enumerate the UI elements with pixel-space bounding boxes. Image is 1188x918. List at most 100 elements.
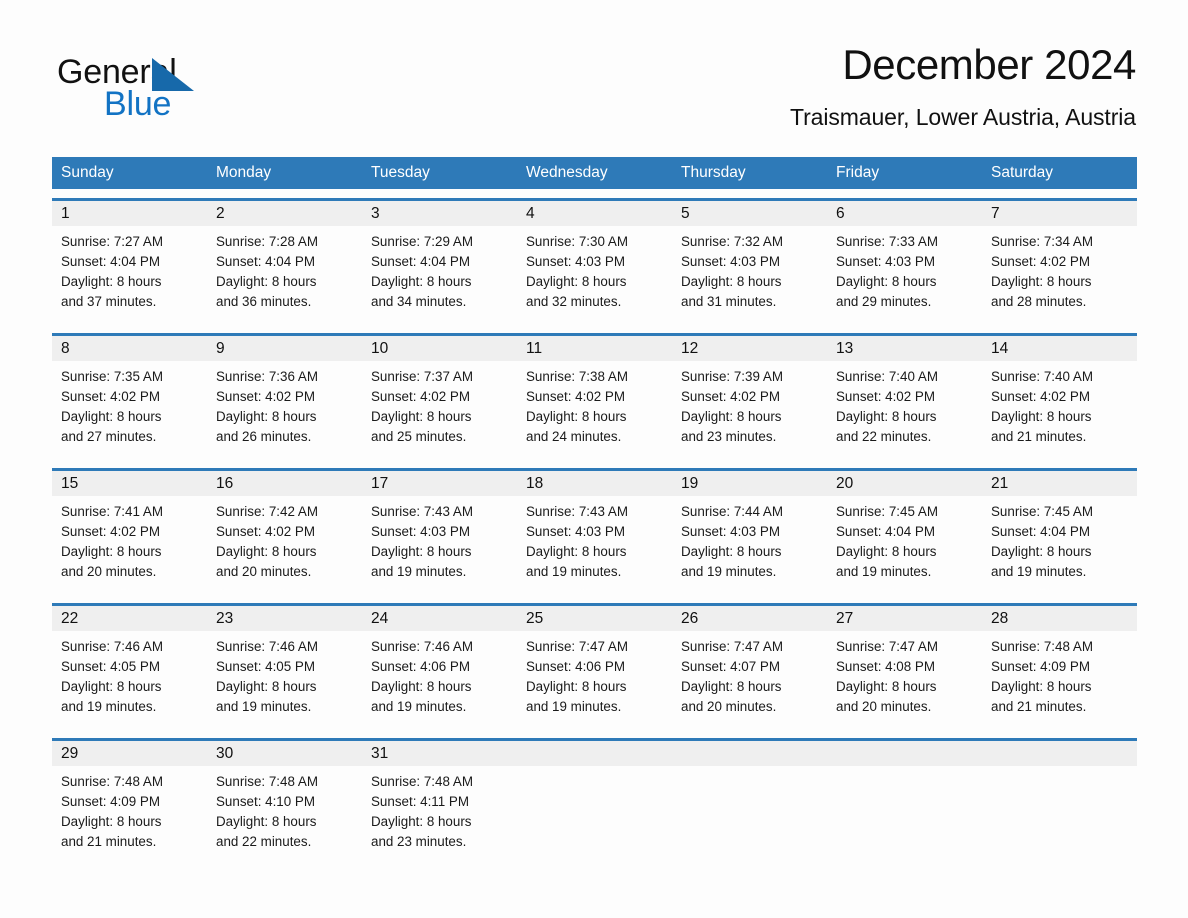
day-number[interactable]: 18 [517, 471, 672, 496]
daylight-text-line1: Daylight: 8 hours [836, 544, 937, 559]
daylight-text-line1: Daylight: 8 hours [371, 679, 472, 694]
weekday-header-saturday: Saturday [991, 164, 1054, 181]
day-number-empty [982, 741, 1137, 766]
day-number[interactable]: 24 [362, 606, 517, 631]
day-number[interactable]: 19 [672, 471, 827, 496]
daylight-text-line2: and 20 minutes. [836, 699, 932, 714]
week-daynum-band: 1 2 3 4 5 6 7 [52, 201, 1137, 226]
day-cell: Sunrise: 7:35 AM Sunset: 4:02 PM Dayligh… [52, 361, 207, 459]
daylight-text-line2: and 23 minutes. [371, 834, 467, 849]
day-cell: Sunrise: 7:48 AM Sunset: 4:09 PM Dayligh… [982, 631, 1137, 729]
day-cell: Sunrise: 7:30 AM Sunset: 4:03 PM Dayligh… [517, 226, 672, 324]
sunset-text: Sunset: 4:02 PM [61, 524, 160, 539]
day-number[interactable]: 27 [827, 606, 982, 631]
day-number[interactable]: 8 [52, 336, 207, 361]
day-number[interactable]: 7 [982, 201, 1137, 226]
day-number[interactable]: 10 [362, 336, 517, 361]
day-cell: Sunrise: 7:40 AM Sunset: 4:02 PM Dayligh… [982, 361, 1137, 459]
sunset-text: Sunset: 4:02 PM [216, 524, 315, 539]
page-subtitle-location: Traismauer, Lower Austria, Austria [789, 104, 1136, 130]
week-daynum-band: 22 23 24 25 26 27 28 [52, 606, 1137, 631]
daylight-text-line1: Daylight: 8 hours [371, 274, 472, 289]
week-detail-row: Sunrise: 7:35 AM Sunset: 4:02 PM Dayligh… [52, 361, 1137, 459]
day-number[interactable]: 25 [517, 606, 672, 631]
daylight-text-line2: and 36 minutes. [216, 294, 312, 309]
sunset-text: Sunset: 4:03 PM [371, 524, 470, 539]
sunset-text: Sunset: 4:02 PM [526, 389, 625, 404]
daylight-text-line1: Daylight: 8 hours [216, 679, 317, 694]
day-number-empty [827, 741, 982, 766]
day-number[interactable]: 20 [827, 471, 982, 496]
daylight-text-line2: and 26 minutes. [216, 429, 312, 444]
daylight-text-line1: Daylight: 8 hours [61, 544, 162, 559]
daylight-text-line2: and 22 minutes. [836, 429, 932, 444]
daylight-text-line1: Daylight: 8 hours [61, 409, 162, 424]
day-number[interactable]: 14 [982, 336, 1137, 361]
day-number[interactable]: 26 [672, 606, 827, 631]
day-number[interactable]: 21 [982, 471, 1137, 496]
day-number[interactable]: 28 [982, 606, 1137, 631]
day-number[interactable]: 13 [827, 336, 982, 361]
daylight-text-line2: and 32 minutes. [526, 294, 622, 309]
day-number[interactable]: 22 [52, 606, 207, 631]
weekday-header-monday: Monday [216, 164, 272, 181]
day-number[interactable]: 9 [207, 336, 362, 361]
day-number[interactable]: 4 [517, 201, 672, 226]
day-number[interactable]: 2 [207, 201, 362, 226]
daylight-text-line2: and 19 minutes. [526, 564, 622, 579]
day-cell: Sunrise: 7:40 AM Sunset: 4:02 PM Dayligh… [827, 361, 982, 459]
sunrise-text: Sunrise: 7:37 AM [371, 369, 473, 384]
sunset-text: Sunset: 4:03 PM [681, 524, 780, 539]
day-cell: Sunrise: 7:29 AM Sunset: 4:04 PM Dayligh… [362, 226, 517, 324]
day-cell: Sunrise: 7:28 AM Sunset: 4:04 PM Dayligh… [207, 226, 362, 324]
day-number[interactable]: 3 [362, 201, 517, 226]
weekday-header-wednesday: Wednesday [526, 164, 608, 181]
page-title: December 2024 [842, 41, 1136, 88]
daylight-text-line1: Daylight: 8 hours [681, 544, 782, 559]
calendar-page: General Blue December 2024 Traismauer, L… [0, 0, 1188, 918]
day-number[interactable]: 11 [517, 336, 672, 361]
sunset-text: Sunset: 4:04 PM [61, 254, 160, 269]
day-cell: Sunrise: 7:42 AM Sunset: 4:02 PM Dayligh… [207, 496, 362, 594]
day-cell: Sunrise: 7:47 AM Sunset: 4:08 PM Dayligh… [827, 631, 982, 729]
daylight-text-line1: Daylight: 8 hours [371, 814, 472, 829]
sunset-text: Sunset: 4:05 PM [216, 659, 315, 674]
daylight-text-line2: and 27 minutes. [61, 429, 157, 444]
daylight-text-line1: Daylight: 8 hours [991, 409, 1092, 424]
daylight-text-line2: and 29 minutes. [836, 294, 932, 309]
general-blue-logo[interactable]: General Blue [57, 52, 257, 124]
sunrise-text: Sunrise: 7:40 AM [836, 369, 938, 384]
day-number[interactable]: 12 [672, 336, 827, 361]
day-number[interactable]: 23 [207, 606, 362, 631]
day-cell-empty [827, 766, 982, 864]
day-number[interactable]: 5 [672, 201, 827, 226]
weekday-header-friday: Friday [836, 164, 880, 181]
daylight-text-line2: and 19 minutes. [836, 564, 932, 579]
day-number[interactable]: 15 [52, 471, 207, 496]
day-number[interactable]: 31 [362, 741, 517, 766]
sunrise-text: Sunrise: 7:46 AM [371, 639, 473, 654]
day-number[interactable]: 1 [52, 201, 207, 226]
sunrise-text: Sunrise: 7:42 AM [216, 504, 318, 519]
day-number[interactable]: 30 [207, 741, 362, 766]
sunrise-text: Sunrise: 7:34 AM [991, 234, 1093, 249]
sunset-text: Sunset: 4:04 PM [836, 524, 935, 539]
day-number[interactable]: 16 [207, 471, 362, 496]
daylight-text-line2: and 21 minutes. [991, 699, 1087, 714]
day-cell: Sunrise: 7:39 AM Sunset: 4:02 PM Dayligh… [672, 361, 827, 459]
sunrise-text: Sunrise: 7:27 AM [61, 234, 163, 249]
sunrise-text: Sunrise: 7:45 AM [836, 504, 938, 519]
week-detail-row: Sunrise: 7:41 AM Sunset: 4:02 PM Dayligh… [52, 496, 1137, 594]
day-number[interactable]: 29 [52, 741, 207, 766]
daylight-text-line2: and 21 minutes. [991, 429, 1087, 444]
title-block: December 2024 Traismauer, Lower Austria,… [790, 40, 1136, 132]
sunrise-text: Sunrise: 7:43 AM [526, 504, 628, 519]
daylight-text-line1: Daylight: 8 hours [526, 679, 627, 694]
day-number[interactable]: 17 [362, 471, 517, 496]
day-cell: Sunrise: 7:41 AM Sunset: 4:02 PM Dayligh… [52, 496, 207, 594]
page-header: General Blue December 2024 Traismauer, L… [0, 0, 1188, 130]
day-number[interactable]: 6 [827, 201, 982, 226]
daylight-text-line1: Daylight: 8 hours [216, 409, 317, 424]
sunrise-text: Sunrise: 7:36 AM [216, 369, 318, 384]
sunrise-text: Sunrise: 7:39 AM [681, 369, 783, 384]
